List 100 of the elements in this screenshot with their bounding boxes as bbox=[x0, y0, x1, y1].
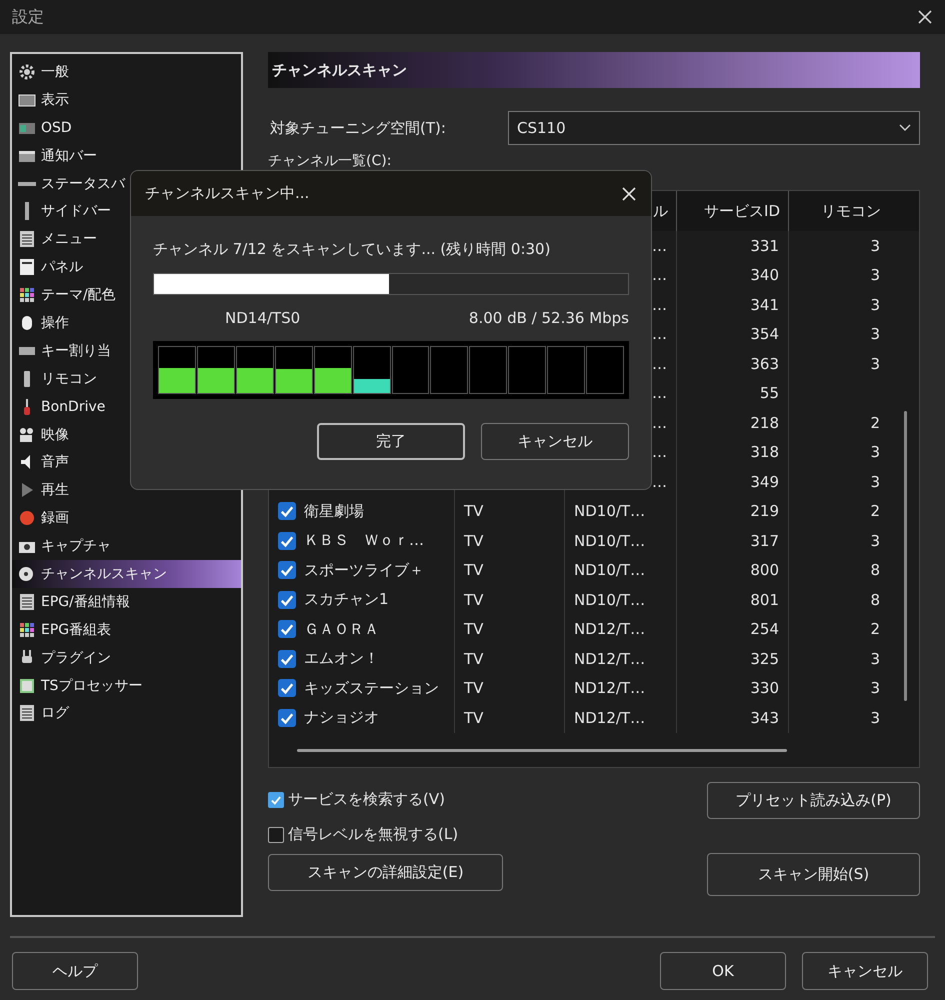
sidebar-item[interactable]: キー割り当 bbox=[12, 336, 241, 365]
table-cell: 3 bbox=[870, 236, 880, 255]
table-cell: 340 bbox=[750, 266, 779, 284]
sidebar-item[interactable]: 再生 bbox=[12, 476, 241, 504]
checkbox-label[interactable]: 信号レベルを無視する(L) bbox=[288, 825, 458, 844]
sidebar-item[interactable]: リモコン bbox=[12, 364, 241, 393]
table-cell: 2 bbox=[870, 620, 880, 638]
table-cell: 349 bbox=[750, 472, 779, 491]
table-cell: スポーツライブ＋ bbox=[304, 560, 424, 580]
sidebar-item[interactable]: ログ bbox=[12, 699, 241, 728]
square-icon bbox=[18, 676, 36, 695]
checkbox[interactable] bbox=[278, 679, 296, 698]
table-cell: 801 bbox=[750, 590, 779, 609]
finish-button[interactable]: 完了 bbox=[317, 423, 465, 460]
table-cell: ＧＡＯＲＡ bbox=[304, 620, 379, 639]
cancel-button[interactable]: キャンセル bbox=[481, 423, 629, 460]
sidebar-item[interactable]: テーマ/配色 bbox=[12, 281, 241, 310]
table-cell: 317 bbox=[750, 532, 779, 550]
table-cell: スカチャン1 bbox=[304, 590, 389, 610]
table-cell: 3 bbox=[870, 266, 880, 284]
table-cell: TV bbox=[464, 708, 484, 727]
table-cell: … bbox=[652, 414, 667, 432]
meter-cell bbox=[547, 346, 586, 394]
table-cell: ナショジオ bbox=[304, 708, 379, 728]
table-cell: 3 bbox=[870, 708, 880, 727]
table-cell: ND12/T… bbox=[574, 650, 646, 668]
table-cell: ND10/T… bbox=[574, 590, 646, 609]
checkbox[interactable] bbox=[268, 826, 284, 842]
disc-icon bbox=[18, 564, 36, 583]
checkbox[interactable] bbox=[278, 708, 296, 727]
status-message: チャンネル 7/12 をスキャンしています... (残り時間 0:30) bbox=[153, 240, 552, 259]
help-button[interactable]: ヘルプ bbox=[12, 952, 138, 990]
sidebar-item[interactable]: EPG番組表 bbox=[12, 616, 241, 644]
window-title: 設定 bbox=[12, 6, 44, 28]
preset-button[interactable]: プリセット読み込み(P) bbox=[707, 782, 920, 819]
checkbox[interactable] bbox=[278, 620, 296, 638]
sidebar-item[interactable]: 通知バー bbox=[12, 142, 241, 170]
sidebar-item[interactable]: 映像 bbox=[12, 420, 241, 448]
sidebar-item[interactable]: 音声 bbox=[12, 448, 241, 476]
scrollbar-thumb[interactable] bbox=[904, 411, 906, 701]
sidebar-item[interactable]: 表示 bbox=[12, 86, 241, 114]
table-cell: TV bbox=[464, 561, 484, 580]
table-cell: ND10/T… bbox=[574, 561, 646, 580]
sidebar-item[interactable]: OSD bbox=[12, 114, 241, 142]
table-cell: 8 bbox=[870, 561, 880, 580]
sidebar-item[interactable]: 録画 bbox=[12, 504, 241, 532]
table-cell: 343 bbox=[750, 708, 779, 727]
close-icon[interactable] bbox=[917, 9, 933, 25]
table-cell: 341 bbox=[750, 296, 779, 314]
table-cell: … bbox=[652, 236, 667, 255]
sidebar-item[interactable]: チャンネルスキャン bbox=[12, 560, 241, 588]
table-cell: 363 bbox=[750, 354, 779, 373]
checkbox[interactable] bbox=[278, 650, 296, 668]
checkbox-label[interactable]: サービスを検索する(V) bbox=[288, 790, 445, 809]
table-cell: 218 bbox=[750, 414, 779, 432]
scrollbar-thumb[interactable] bbox=[297, 748, 787, 752]
table-cell: 254 bbox=[750, 620, 779, 638]
detail-settings-button[interactable]: スキャンの詳細設定(E) bbox=[268, 854, 503, 891]
table-cell: … bbox=[652, 296, 667, 314]
tuning-dropdown[interactable]: CS110 bbox=[508, 111, 920, 145]
camera-icon bbox=[18, 426, 36, 444]
table-cell: 318 bbox=[750, 443, 779, 462]
table-cell: … bbox=[652, 384, 667, 402]
table-cell: ND12/T… bbox=[574, 620, 646, 638]
list-icon bbox=[18, 230, 36, 248]
table-cell: 3 bbox=[870, 532, 880, 550]
table-cell: 3 bbox=[870, 354, 880, 373]
sidebar-item[interactable]: EPG/番組情報 bbox=[12, 588, 241, 616]
ok-button[interactable]: OK bbox=[660, 952, 786, 990]
table-cell: ND10/T… bbox=[574, 502, 646, 520]
checkbox[interactable] bbox=[268, 792, 284, 808]
checkbox[interactable] bbox=[278, 590, 296, 609]
table-cell: 325 bbox=[750, 650, 779, 668]
sidebar-item[interactable]: BonDrive bbox=[12, 392, 241, 421]
table-cell: 3 bbox=[870, 296, 880, 314]
table-cell: … bbox=[652, 472, 667, 491]
table-cell: 2 bbox=[870, 502, 880, 520]
table-cell: 330 bbox=[750, 679, 779, 698]
sidebar-item[interactable]: 一般 bbox=[12, 58, 241, 86]
checkbox[interactable] bbox=[278, 532, 296, 550]
checkbox[interactable] bbox=[278, 561, 296, 580]
sidebar-item[interactable]: TSプロセッサー bbox=[12, 672, 241, 700]
sidebar-item[interactable]: プラグイン bbox=[12, 644, 241, 672]
column-header[interactable]: サービスID bbox=[677, 191, 789, 231]
table-cell: 800 bbox=[750, 561, 779, 580]
list-label: チャンネル一覧(C): bbox=[268, 152, 392, 171]
chevron-icon bbox=[899, 124, 911, 132]
column-header[interactable]: リモコン bbox=[789, 191, 889, 231]
channel-text: ND14/TS0 bbox=[225, 309, 300, 327]
sidebar-item[interactable]: キャプチャ bbox=[12, 532, 241, 560]
cancel-button[interactable]: キャンセル bbox=[802, 952, 928, 990]
close-icon[interactable] bbox=[621, 186, 637, 202]
meter-cell bbox=[586, 346, 624, 394]
table-cell: TV bbox=[464, 679, 484, 698]
table-cell: TV bbox=[464, 590, 484, 609]
rec-icon bbox=[18, 509, 36, 528]
checkbox[interactable] bbox=[278, 502, 296, 520]
table-cell: 3 bbox=[870, 325, 880, 344]
scan-start-button[interactable]: スキャン開始(S) bbox=[707, 853, 920, 896]
gear-icon bbox=[18, 62, 36, 81]
